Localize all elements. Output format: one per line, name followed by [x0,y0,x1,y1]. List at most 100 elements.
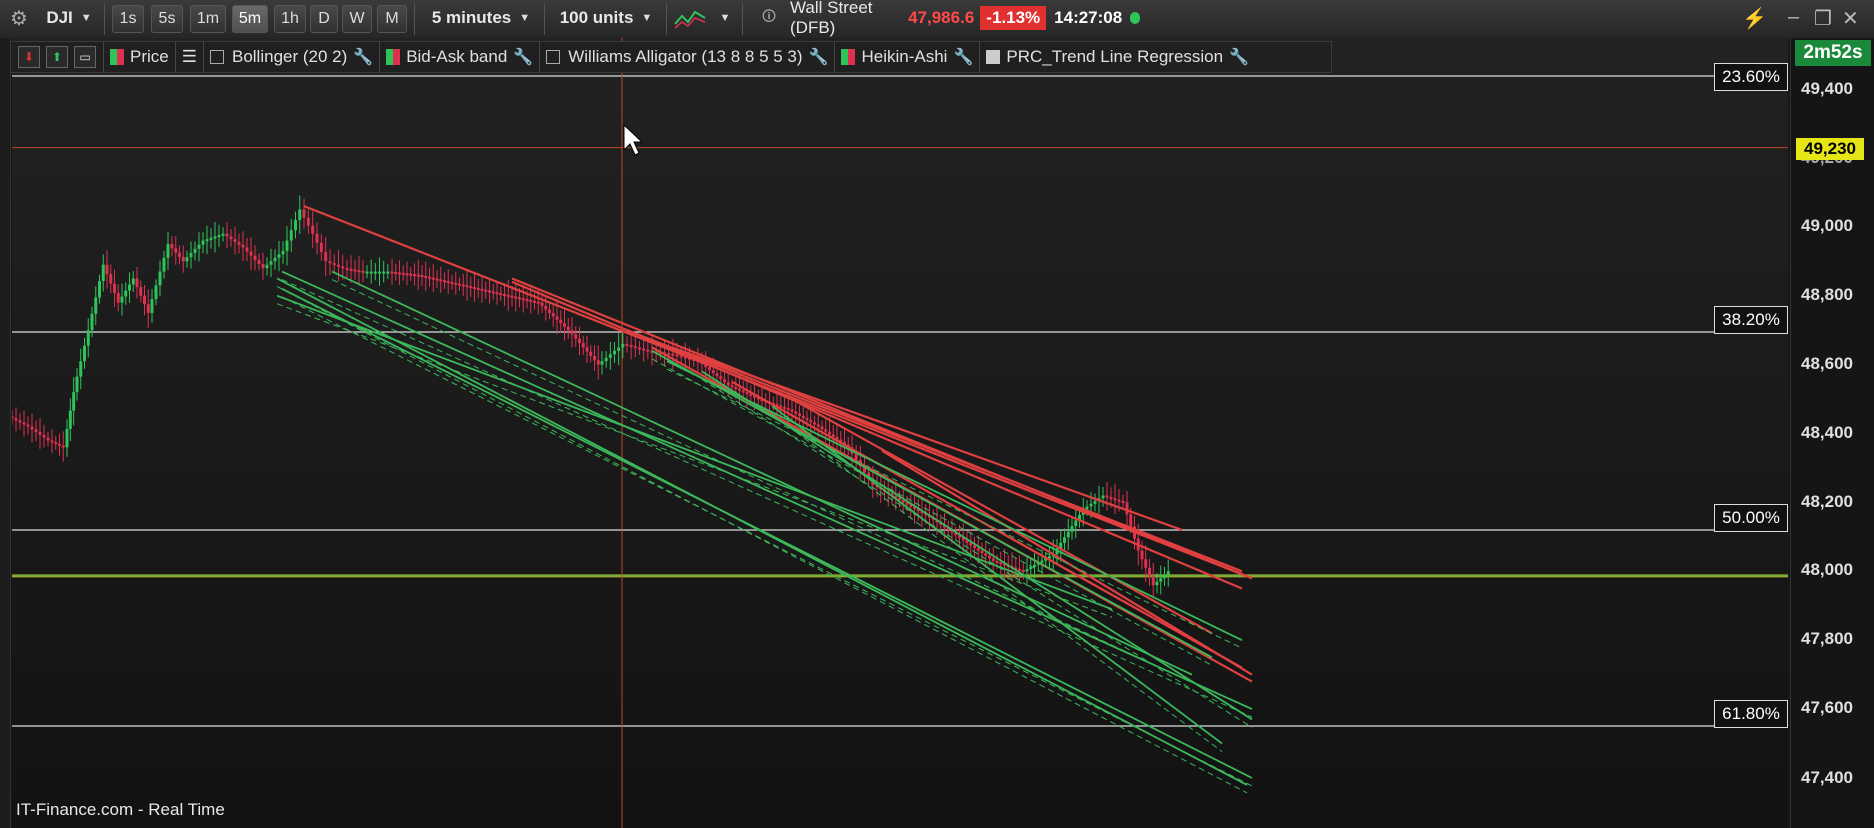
candle-body [642,348,646,351]
move-up-icon[interactable]: ⬆ [46,46,68,68]
candle-body [209,237,213,240]
candle-body [593,355,596,361]
candle-body [730,385,734,388]
candle-body [503,293,506,296]
restore-icon[interactable]: ❐ [1814,6,1832,31]
price-chart[interactable] [12,38,1788,828]
indicator-bollinger[interactable]: Bollinger (20 2) 🔧 [204,42,381,72]
close-icon[interactable]: ✕ [1842,6,1859,31]
divider [742,3,743,35]
chart-type-icon[interactable] [672,4,708,32]
candle-body [298,209,302,220]
candle-body [831,434,835,437]
indicator-heikin-ashi[interactable]: Heikin-Ashi 🔧 [835,42,981,72]
symbol-selector[interactable]: DJI ▼ [40,4,98,32]
candle-body [365,271,369,274]
top-toolbar: ⚙ DJI ▼ 1s 5s 1m 5m 1h D W M 5 minutes ▼ 1… [0,0,1874,39]
tf-d[interactable]: D [310,5,338,33]
candle-body [734,386,738,389]
tf-m[interactable]: M [377,5,407,33]
candle-body [353,269,357,272]
indicator-list-button[interactable]: ☰ [176,42,204,72]
candle-body [617,347,621,351]
candle-body [12,416,14,419]
candle-body [443,280,446,283]
candle-body [158,271,162,286]
candle-body [646,349,650,352]
candle-body [988,555,991,559]
alligator-checkbox[interactable] [546,50,561,64]
chevron-down-icon: ▼ [80,12,92,24]
window-icon[interactable]: ▭ [74,46,96,68]
indicator-alligator[interactable]: Williams Alligator (13 8 8 5 5 3) 🔧 [540,42,836,72]
move-down-icon[interactable]: ⬇ [18,46,40,68]
instrument-name: Wall Street (DFB) [790,0,873,37]
fib-label-50.0: 50.00% [1714,504,1788,532]
indicator-label: Williams Alligator (13 8 8 5 5 3) [568,47,803,66]
tf-1h[interactable]: 1h [274,5,306,33]
candle-body [600,361,604,365]
clock: 14:27:08 [1054,8,1123,27]
candle-body [113,283,116,294]
chart-type-dropdown[interactable]: ▼ [714,4,736,32]
candle-body [1144,559,1148,568]
candle-body [120,296,124,303]
candle-body [1148,567,1151,577]
tf-w[interactable]: W [342,5,372,33]
candle-body [86,330,90,346]
candle-body [544,306,548,310]
candle-body [980,550,984,554]
y-tick: 48,400 [1801,423,1853,442]
candle-body [828,431,831,435]
indicator-trend-regression[interactable]: PRC_Trend Line Regression 🔧 [980,42,1255,72]
candle-body [824,429,828,432]
candle-body [969,542,973,546]
candle-body [514,296,518,299]
candle-body [205,239,209,242]
candle-body [382,271,386,274]
candle-body [1089,503,1093,507]
candle-body [675,354,679,357]
candle-body [499,293,503,296]
candle-body [446,281,450,284]
minimize-icon[interactable]: – [1788,6,1799,29]
wrench-icon[interactable]: 🔧 [809,47,829,67]
candle-body [450,281,454,284]
candle-body [30,426,34,430]
wrench-icon[interactable]: 🔧 [353,47,373,67]
info-icon[interactable]: 🛈 [758,4,780,32]
indicator-price[interactable]: Price [104,42,176,72]
tf-5m[interactable]: 5m [232,5,268,33]
chart-settings-icon[interactable]: ⚙ [6,4,32,32]
indicator-bid-ask[interactable]: Bid-Ask band 🔧 [380,42,541,72]
wrench-icon[interactable]: 🔧 [953,47,973,67]
candle-body [786,408,790,411]
candle-body [1109,496,1113,499]
candle-body [150,299,154,313]
alert-icon[interactable]: ⚡ [1742,6,1767,31]
data-source-label: IT-Finance.com - Real Time [16,800,225,819]
y-tick: 49,400 [1801,79,1853,98]
candle-body [708,367,711,371]
crosshair-price-tag: 49,230 [1796,138,1864,160]
units-selector[interactable]: 100 units ▼ [550,4,662,32]
indicator-controls: ⬇ ⬆ ▭ [11,42,104,72]
candle-body [319,242,323,253]
candle-body [46,437,50,441]
interval-selector[interactable]: 5 minutes ▼ [422,4,540,32]
candle-body [94,297,98,314]
chevron-down-icon: ▼ [641,12,653,24]
candle-body [476,287,480,290]
tf-1m[interactable]: 1m [190,5,226,33]
tf-1s[interactable]: 1s [112,5,144,33]
tf-5s[interactable]: 5s [151,5,183,33]
candle-body [1033,564,1036,567]
symbol-label: DJI [46,8,73,27]
bollinger-checkbox[interactable] [209,50,224,64]
wrench-icon[interactable]: 🔧 [1229,47,1249,67]
bar-countdown: 2m52s [1795,40,1871,66]
fib-label-38.2: 38.20% [1714,306,1788,334]
candle-body [629,345,633,348]
candle-body [369,271,373,274]
wrench-icon[interactable]: 🔧 [513,47,533,67]
